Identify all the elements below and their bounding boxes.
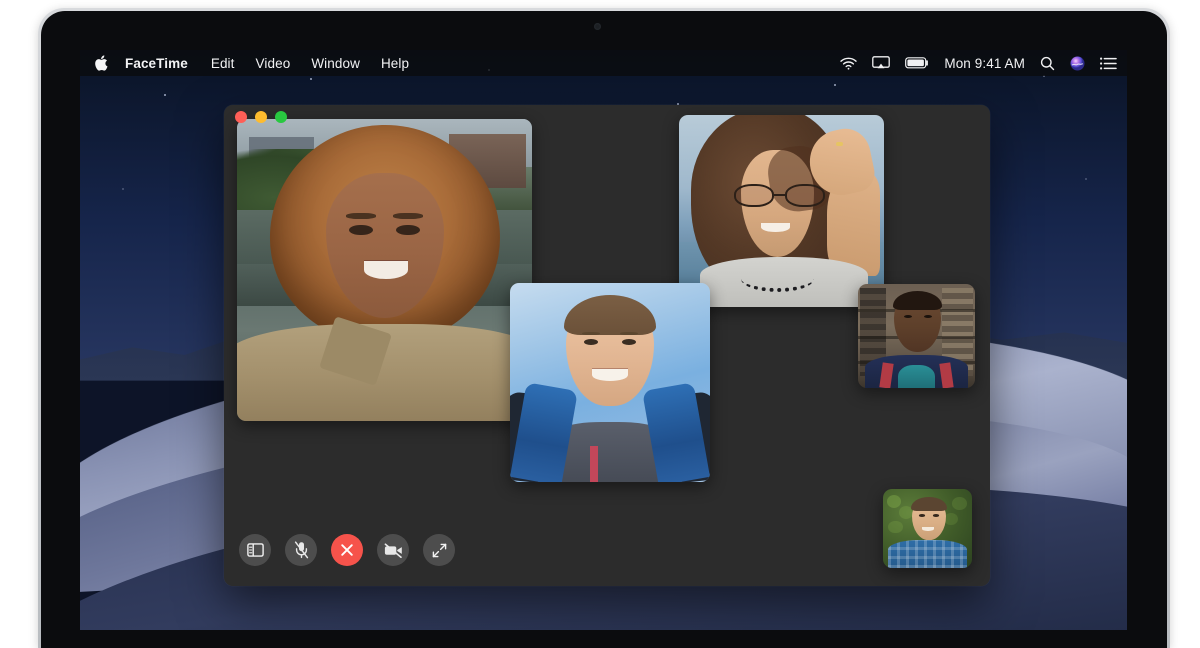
desktop-screen: FaceTime Edit Video Window Help xyxy=(80,50,1127,630)
menu-item-help[interactable]: Help xyxy=(381,56,409,71)
participant-tile-2[interactable] xyxy=(679,115,884,307)
video-call-stage xyxy=(224,105,990,586)
menu-item-video[interactable]: Video xyxy=(256,56,291,71)
menu-item-window[interactable]: Window xyxy=(311,56,360,71)
facetime-window[interactable] xyxy=(224,105,990,586)
menu-item-facetime[interactable]: FaceTime xyxy=(125,56,188,71)
apple-logo-icon[interactable] xyxy=(94,55,109,72)
spotlight-search-icon[interactable] xyxy=(1040,56,1055,71)
menu-bar-status-area: Mon 9:41 AM xyxy=(840,56,1117,71)
end-call-button[interactable] xyxy=(331,534,363,566)
video-camera-off-icon xyxy=(384,543,403,558)
menu-item-edit[interactable]: Edit xyxy=(211,56,235,71)
participant-tile-4[interactable] xyxy=(858,284,975,388)
fullscreen-toggle-button[interactable] xyxy=(423,534,455,566)
webcam-icon xyxy=(594,23,601,30)
participant-3-video xyxy=(510,283,710,482)
minimize-button[interactable] xyxy=(255,111,267,123)
expand-arrows-icon xyxy=(432,543,447,558)
notification-center-icon[interactable] xyxy=(1100,57,1117,70)
microphone-muted-icon xyxy=(294,541,309,559)
camera-toggle-button[interactable] xyxy=(377,534,409,566)
participant-4-video xyxy=(858,284,975,388)
sidebar-icon xyxy=(247,543,264,557)
window-titlebar[interactable] xyxy=(224,105,990,129)
participant-tile-1[interactable] xyxy=(237,119,532,421)
close-button[interactable] xyxy=(235,111,247,123)
close-x-icon xyxy=(340,543,354,557)
participant-tile-3[interactable] xyxy=(510,283,710,482)
siri-icon[interactable] xyxy=(1070,56,1085,71)
participant-1-video xyxy=(237,119,532,421)
call-controls xyxy=(239,534,455,566)
mute-toggle-button[interactable] xyxy=(285,534,317,566)
sidebar-toggle-button[interactable] xyxy=(239,534,271,566)
self-view-tile[interactable] xyxy=(883,489,972,568)
battery-icon[interactable] xyxy=(905,57,929,69)
maximize-button[interactable] xyxy=(275,111,287,123)
menu-bar-clock[interactable]: Mon 9:41 AM xyxy=(944,56,1025,71)
self-view-video xyxy=(883,489,972,568)
participant-2-video xyxy=(679,115,884,307)
airplay-icon[interactable] xyxy=(872,56,890,70)
menu-bar: FaceTime Edit Video Window Help xyxy=(80,50,1127,76)
wifi-icon[interactable] xyxy=(840,57,857,70)
